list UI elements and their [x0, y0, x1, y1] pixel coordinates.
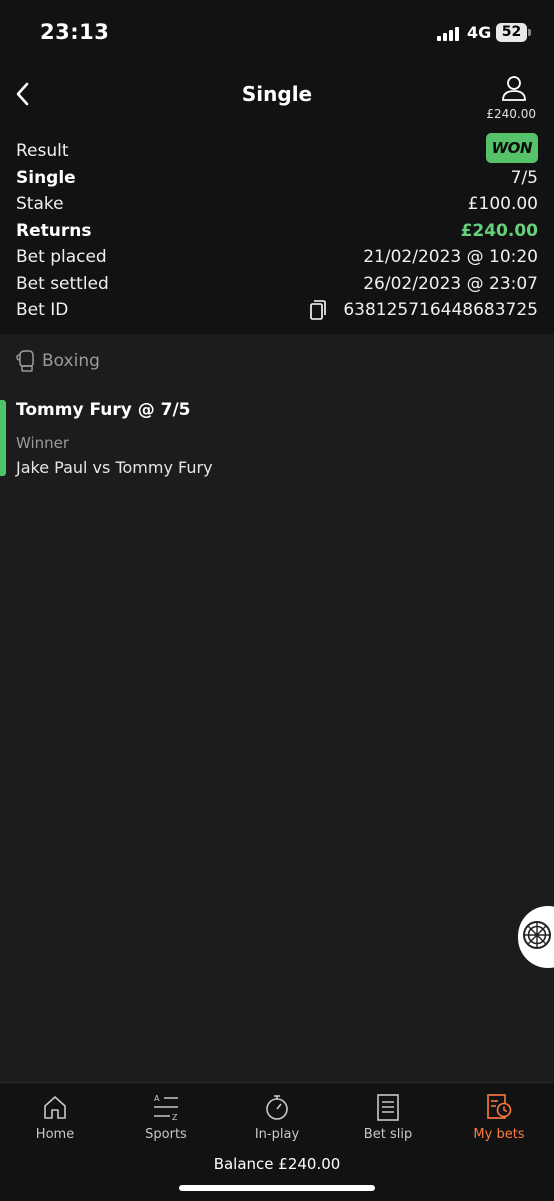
- sport-header: Boxing: [16, 350, 100, 372]
- nav-my-bets-label: My bets: [473, 1127, 525, 1142]
- bet-settled-label: Bet settled: [16, 273, 109, 294]
- result-label: Result: [16, 141, 69, 162]
- network-type: 4G: [467, 23, 492, 42]
- copy-icon[interactable]: [310, 300, 327, 321]
- battery-nub: [528, 29, 531, 36]
- returns-value: £240.00: [460, 220, 538, 241]
- battery-icon: 52: [496, 23, 527, 42]
- bet-placed-row: Bet placed 21/02/2023 @ 10:20: [16, 244, 538, 271]
- stake-row: Stake £100.00: [16, 191, 538, 218]
- svg-text:A: A: [154, 1094, 160, 1103]
- nav-in-play-label: In-play: [254, 1127, 300, 1142]
- nav-bet-slip[interactable]: Bet slip: [333, 1093, 443, 1142]
- odds-value: 7/5: [510, 167, 538, 188]
- bet-header: Single £240.00 Result WON Single 7/5 Sta…: [0, 66, 554, 334]
- nav-my-bets[interactable]: My bets: [444, 1093, 554, 1142]
- home-icon: [44, 1096, 66, 1119]
- won-badge: WON: [485, 133, 538, 164]
- bottom-navigation: Home A Z Sports In-play Bet slip My bets…: [0, 1082, 554, 1201]
- selection-accent-bar: [0, 400, 6, 476]
- account-balance[interactable]: £240.00: [486, 107, 536, 121]
- bet-settled-value: 26/02/2023 @ 23:07: [363, 273, 538, 294]
- status-bar: 23:13 4G 52: [0, 0, 554, 66]
- bet-id-value: 638125716448683725: [343, 300, 538, 321]
- stopwatch-icon: [266, 1095, 288, 1120]
- roulette-wheel-icon: [523, 921, 551, 949]
- page-title: Single: [241, 82, 313, 106]
- returns-row: Returns £240.00: [16, 218, 538, 245]
- bet-type-label: Single: [16, 167, 76, 188]
- nav-sports[interactable]: A Z Sports: [111, 1093, 221, 1142]
- svg-text:Z: Z: [172, 1113, 178, 1121]
- nav-home[interactable]: Home: [0, 1093, 110, 1142]
- betslip-icon: [377, 1094, 399, 1121]
- bet-placed-value: 21/02/2023 @ 10:20: [363, 247, 538, 268]
- casino-shortcut-button[interactable]: [518, 906, 554, 968]
- cellular-signal-icon: [437, 27, 463, 41]
- boxing-glove-icon: [16, 350, 34, 372]
- balance-bar[interactable]: Balance £240.00: [0, 1155, 554, 1173]
- returns-label: Returns: [16, 220, 92, 241]
- stake-label: Stake: [16, 194, 64, 215]
- status-time: 23:13: [40, 20, 110, 44]
- result-row: Result WON: [16, 133, 538, 165]
- selection-card[interactable]: Tommy Fury @ 7/5 Winner Jake Paul vs Tom…: [0, 398, 554, 477]
- selection-title: Tommy Fury @ 7/5: [16, 400, 191, 420]
- home-indicator[interactable]: [179, 1185, 375, 1191]
- nav-home-label: Home: [35, 1127, 75, 1142]
- selection-event[interactable]: Jake Paul vs Tommy Fury: [16, 458, 213, 477]
- selection-market: Winner: [16, 434, 70, 452]
- bet-id-row: Bet ID 638125716448683725: [16, 297, 538, 324]
- sports-az-icon: A Z: [154, 1094, 178, 1121]
- bet-settled-row: Bet settled 26/02/2023 @ 23:07: [16, 271, 538, 298]
- mybets-icon: [487, 1094, 512, 1119]
- bet-type-row: Single 7/5: [16, 165, 538, 192]
- account-icon[interactable]: [500, 74, 528, 102]
- nav-in-play[interactable]: In-play: [222, 1093, 332, 1142]
- bet-placed-label: Bet placed: [16, 247, 107, 268]
- sport-name: Boxing: [42, 351, 100, 371]
- stake-value: £100.00: [467, 194, 538, 215]
- nav-bet-slip-label: Bet slip: [363, 1127, 413, 1142]
- bet-summary: Result WON Single 7/5 Stake £100.00 Retu…: [16, 133, 538, 324]
- bet-id-group: 638125716448683725: [310, 300, 538, 320]
- bet-id-label: Bet ID: [16, 300, 69, 321]
- nav-sports-label: Sports: [145, 1127, 187, 1142]
